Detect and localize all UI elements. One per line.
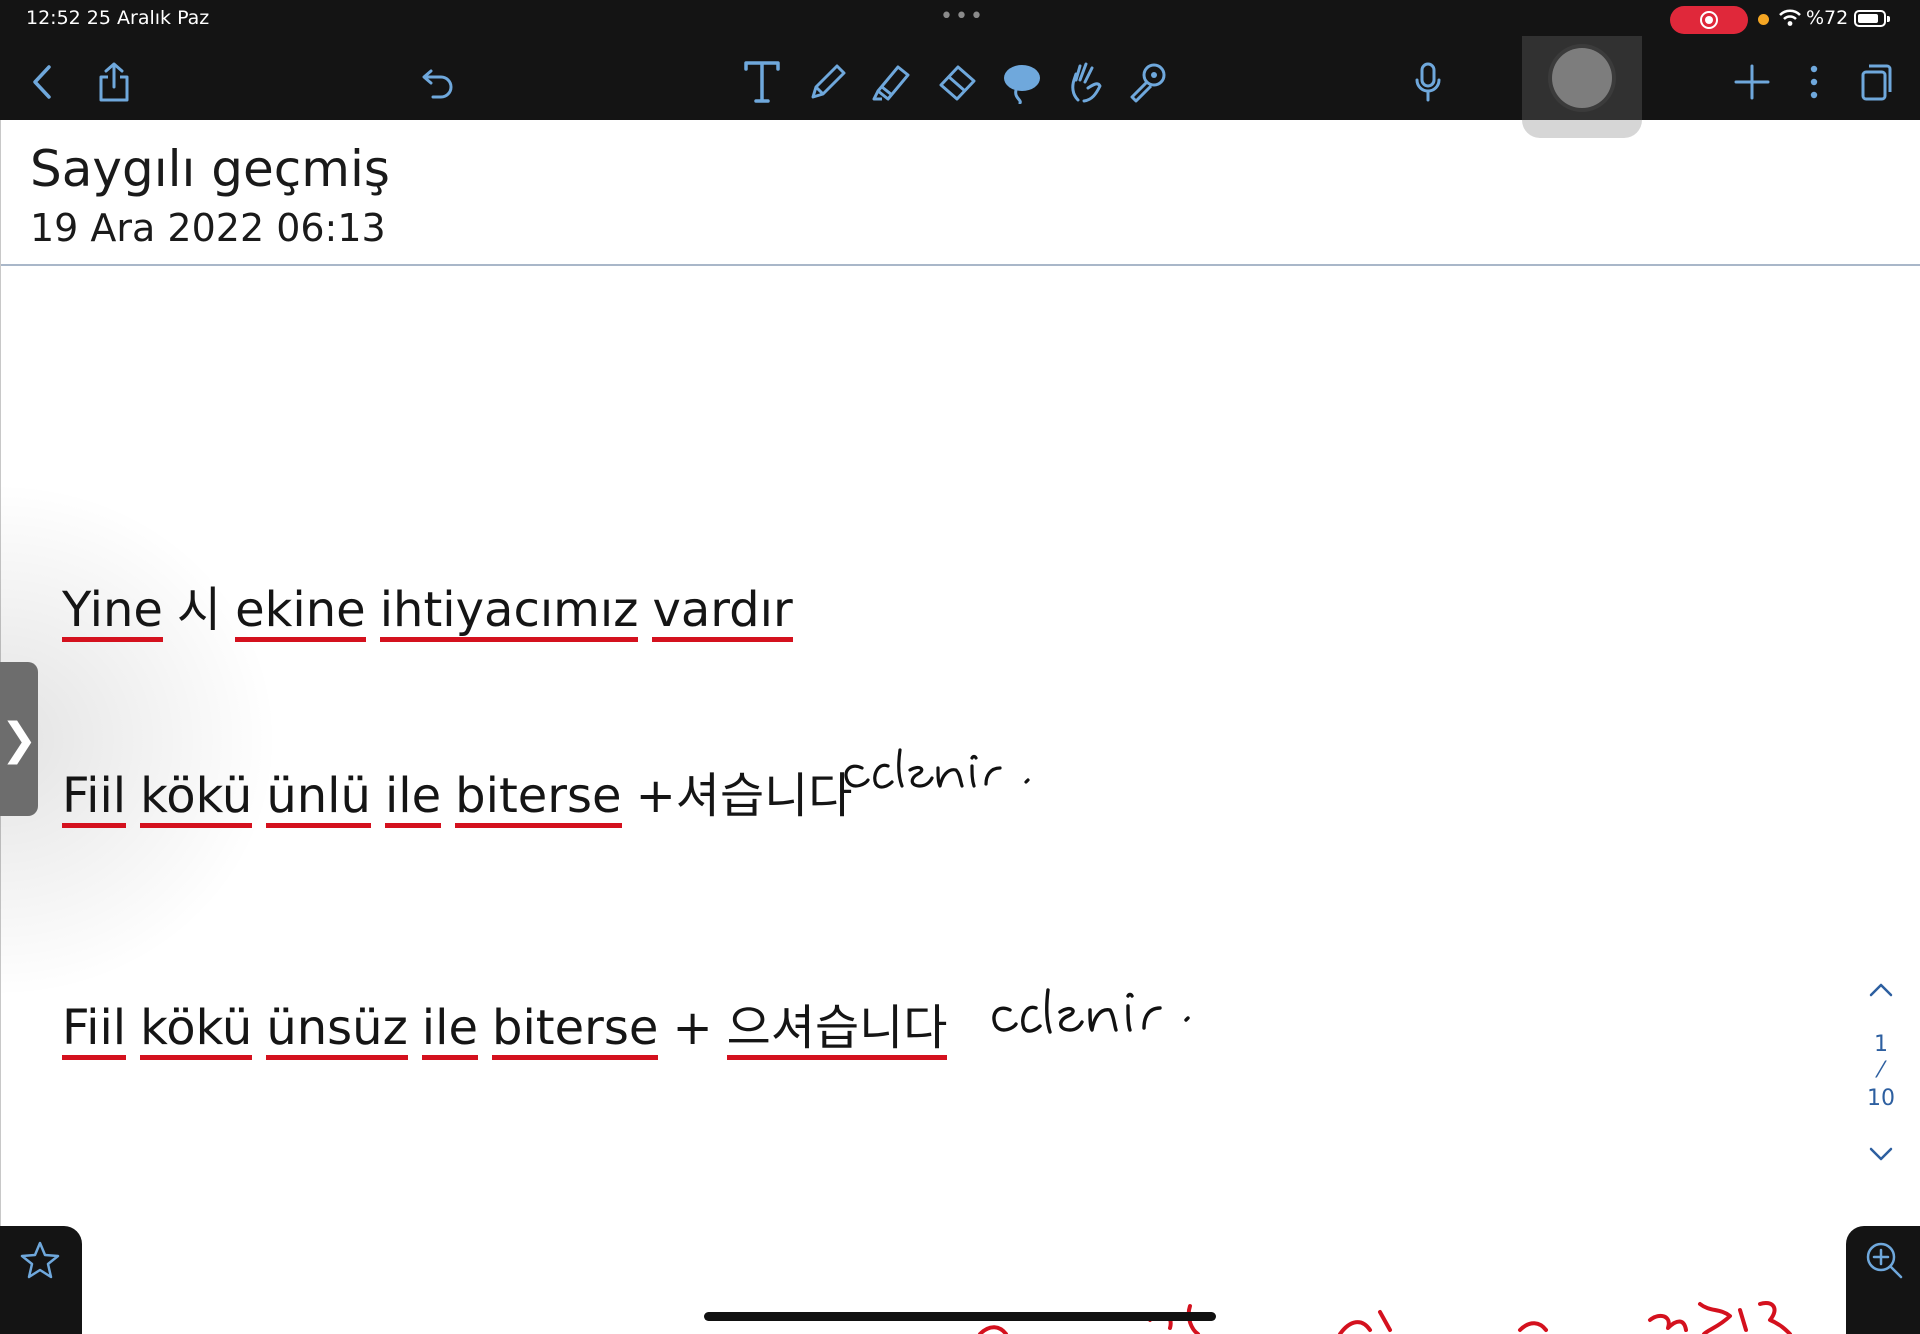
current-page-number: 1 <box>1874 1032 1888 1057</box>
add-page-button[interactable] <box>1730 56 1774 108</box>
word: Fiil <box>62 771 127 829</box>
battery-icon <box>1854 10 1890 27</box>
chevron-down-icon <box>1869 1147 1893 1161</box>
eraser-tool-button[interactable] <box>936 56 980 108</box>
favorite-button[interactable] <box>0 1226 82 1334</box>
more-icon <box>1810 65 1818 99</box>
note-date: 19 Ara 2022 06:13 <box>30 206 386 250</box>
next-page-button[interactable] <box>1866 1142 1896 1166</box>
multitasking-dots[interactable]: ••• <box>940 4 985 29</box>
lasso-icon <box>1004 65 1040 104</box>
word: 으셔습니다 <box>726 1003 948 1061</box>
pen-icon <box>811 64 846 99</box>
word: ile <box>421 1003 478 1061</box>
pages-icon <box>1861 64 1892 101</box>
zoom-button[interactable] <box>1846 1226 1920 1334</box>
page-separator: ⁄ <box>1879 1058 1883 1083</box>
highlighter-tool-button[interactable] <box>870 56 914 108</box>
word: ihtiyacımız <box>379 585 639 643</box>
mic-in-use-indicator <box>1758 14 1769 25</box>
previous-page-button[interactable] <box>1866 978 1896 1002</box>
word: ünsüz <box>266 1003 408 1061</box>
total-pages: 10 <box>1867 1086 1895 1111</box>
laser-pointer-icon <box>1130 63 1166 103</box>
microphone-icon <box>1415 62 1441 102</box>
word: kökü <box>140 1003 253 1061</box>
chevron-right-icon: ❯ <box>0 713 38 765</box>
word: vardır <box>652 585 793 643</box>
highlighter-icon <box>872 65 910 101</box>
home-indicator[interactable] <box>704 1312 1216 1321</box>
hand-icon <box>1071 62 1102 103</box>
wifi-icon <box>1779 9 1801 26</box>
word: Yine <box>62 585 163 643</box>
word: + <box>672 1000 713 1056</box>
word: +셔습니다 <box>635 768 853 824</box>
word: ünlü <box>266 771 371 829</box>
note-line-1: Yine 시 ekine ihtiyacımız vardır <box>62 570 793 643</box>
chevron-left-icon <box>33 65 51 99</box>
word: biterse <box>455 771 622 829</box>
sidebar-toggle-handle[interactable]: ❯ <box>0 662 38 816</box>
note-line-3: Fiil kökü ünsüz ile biterse + 으셔습니다 <box>62 1000 948 1061</box>
handwritten-note-1 <box>844 748 1030 789</box>
record-dot-icon <box>1705 16 1713 24</box>
handwritten-note-2 <box>992 988 1190 1034</box>
plus-icon <box>1734 64 1770 100</box>
undo-button[interactable] <box>416 56 460 108</box>
floating-record-button[interactable] <box>1522 36 1642 138</box>
eraser-icon <box>939 65 976 101</box>
pages-overview-button[interactable] <box>1854 56 1898 108</box>
more-options-button[interactable] <box>1792 56 1836 108</box>
pen-tool-button[interactable] <box>806 56 850 108</box>
word: ekine <box>235 585 366 643</box>
word: kökü <box>140 771 253 829</box>
status-time-date: 12:52 25 Aralık Paz <box>26 7 210 29</box>
side-handle-shadow <box>0 480 280 1000</box>
word: 시 <box>176 582 222 638</box>
microphone-button[interactable] <box>1406 56 1450 108</box>
title-divider <box>0 264 1920 266</box>
note-line-2: Fiil kökü ünlü ile biterse +셔습니다 <box>62 756 853 829</box>
text-tool-icon <box>744 61 780 103</box>
zoom-in-icon <box>1866 1242 1903 1279</box>
share-button[interactable] <box>92 56 136 108</box>
screen-recording-indicator[interactable] <box>1670 6 1748 34</box>
word: Fiil <box>62 1003 127 1061</box>
share-icon <box>99 62 129 102</box>
battery-percentage: %72 <box>1806 7 1849 29</box>
record-knob-icon <box>1552 48 1612 108</box>
text-tool-button[interactable] <box>740 56 784 108</box>
undo-icon <box>422 69 453 99</box>
word: biterse <box>492 1003 659 1061</box>
hand-tool-button[interactable] <box>1064 56 1108 108</box>
laser-pointer-button[interactable] <box>1126 56 1170 108</box>
page-title: Saygılı geçmiş <box>30 140 390 198</box>
word: ile <box>384 771 442 829</box>
chevron-up-icon <box>1869 983 1893 997</box>
back-button[interactable] <box>20 56 64 108</box>
lasso-tool-button[interactable] <box>1000 56 1044 108</box>
star-icon <box>20 1241 60 1279</box>
